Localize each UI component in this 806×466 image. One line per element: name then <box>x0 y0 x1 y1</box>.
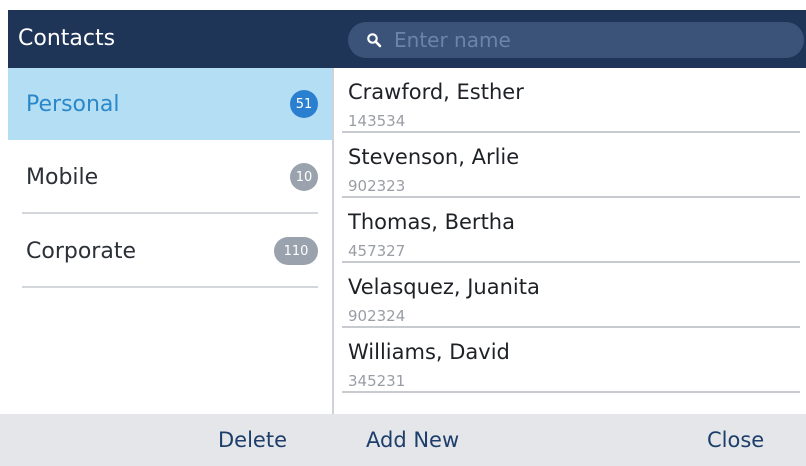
contact-name: Stevenson, Arlie <box>348 145 520 169</box>
contact-number: 457327 <box>348 242 406 260</box>
delete-button[interactable]: Delete <box>218 414 287 466</box>
divider <box>22 286 318 288</box>
folder-label: Mobile <box>26 164 99 190</box>
contact-row[interactable]: Crawford, Esther 143534 <box>334 68 806 133</box>
contact-name: Thomas, Bertha <box>348 210 515 234</box>
contact-number: 902323 <box>348 177 406 195</box>
search-box[interactable] <box>348 22 804 58</box>
contact-number: 902324 <box>348 307 406 325</box>
folder-item-corporate[interactable]: Corporate 110 <box>8 214 332 288</box>
contact-row[interactable]: Stevenson, Arlie 902323 <box>334 133 806 198</box>
folder-list: Personal 51 Mobile 10 Corporate 110 <box>8 68 334 414</box>
softkey-bar: Delete Add New Close <box>0 414 806 466</box>
contact-list: Crawford, Esther 143534 Stevenson, Arlie… <box>334 68 806 414</box>
search-icon <box>364 30 384 50</box>
contact-row[interactable]: Thomas, Bertha 457327 <box>334 198 806 263</box>
count-badge: 10 <box>290 163 318 191</box>
contact-number: 143534 <box>348 112 406 130</box>
contact-number: 345231 <box>348 372 406 390</box>
count-badge: 51 <box>290 90 318 118</box>
folder-label: Corporate <box>26 238 136 264</box>
folder-label: Personal <box>26 91 120 117</box>
close-button[interactable]: Close <box>707 414 764 466</box>
search-input[interactable] <box>392 24 788 56</box>
count-badge: 110 <box>274 237 318 265</box>
contacts-screen: Contacts Personal 51 Mobile 10 Corporate… <box>0 0 806 466</box>
contact-row[interactable]: Velasquez, Juanita 902324 <box>334 263 806 328</box>
contact-name: Velasquez, Juanita <box>348 275 540 299</box>
contact-row[interactable]: Williams, David 345231 <box>334 328 806 393</box>
divider <box>342 391 800 393</box>
page-title: Contacts <box>18 26 116 51</box>
folder-item-personal[interactable]: Personal 51 <box>8 68 332 140</box>
header-bar: Contacts <box>8 10 806 68</box>
folder-item-mobile[interactable]: Mobile 10 <box>8 140 332 214</box>
add-new-button[interactable]: Add New <box>366 414 459 466</box>
contact-name: Crawford, Esther <box>348 80 524 104</box>
contact-name: Williams, David <box>348 340 510 364</box>
